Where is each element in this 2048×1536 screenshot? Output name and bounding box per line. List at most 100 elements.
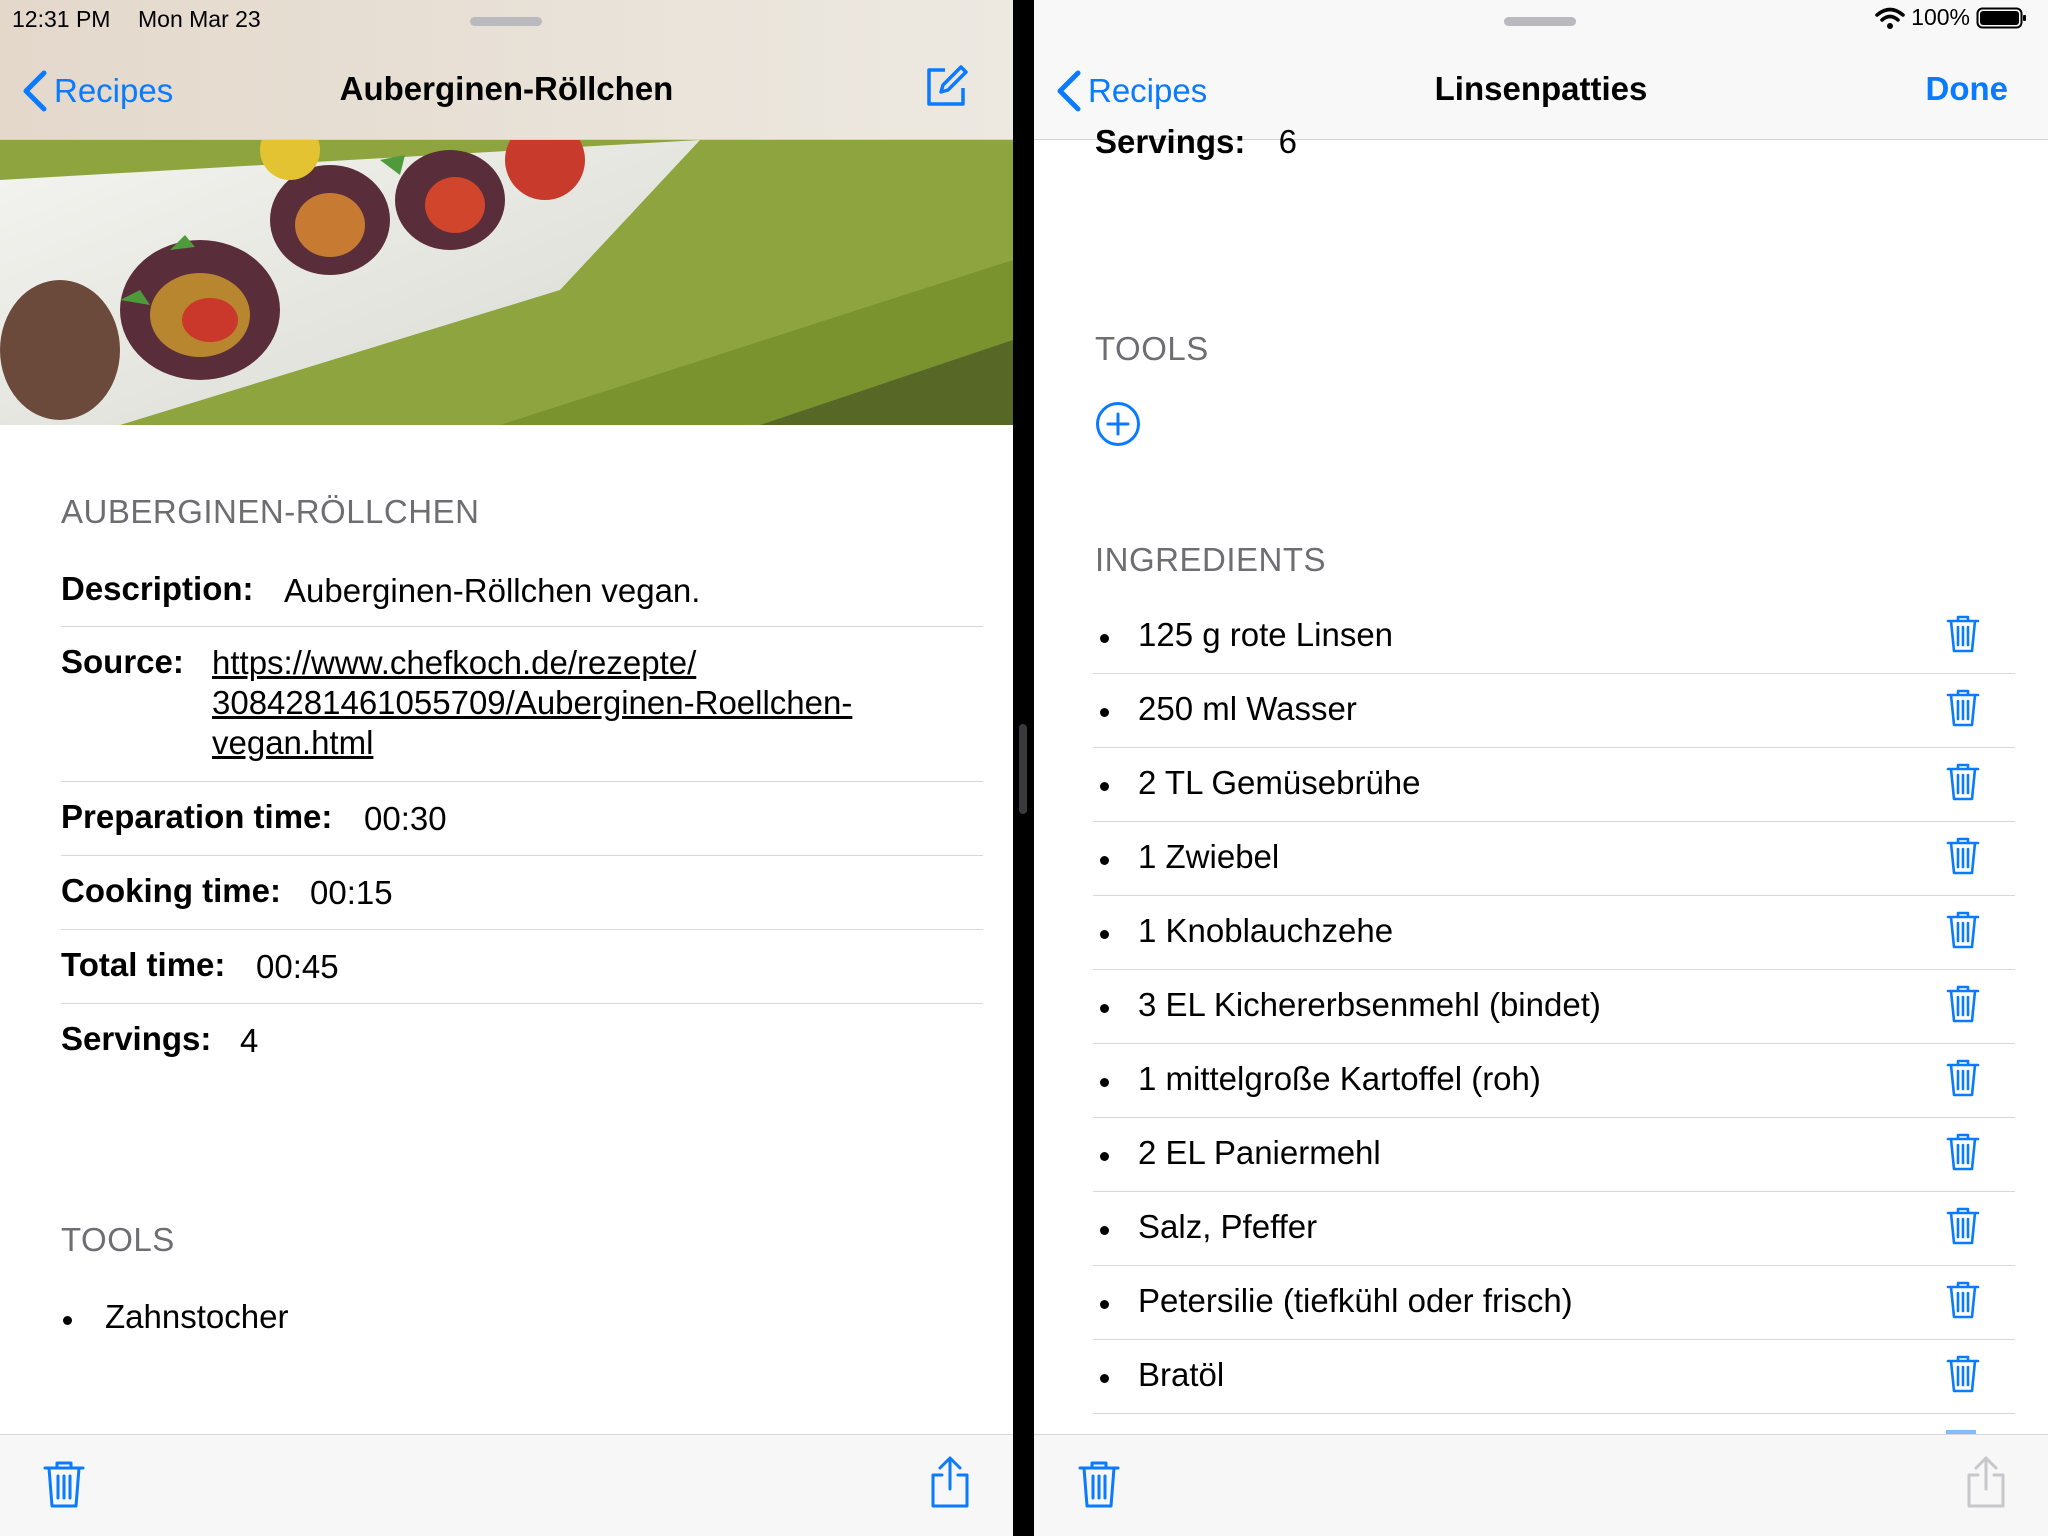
- ingredient-label: Bratöl: [1138, 1356, 1225, 1393]
- trash-icon: [1946, 689, 1980, 727]
- trash-icon: [1946, 837, 1980, 875]
- source-link-line[interactable]: 3084281461055709/Auberginen-Roellchen-: [212, 683, 852, 723]
- list-item: 2 EL Paniermehl: [1093, 1118, 2015, 1192]
- cooking-time-row: Cooking time: 00:15: [61, 856, 983, 930]
- description-row: Description: Auberginen-Röllchen vegan.: [61, 556, 983, 627]
- delete-ingredient-button[interactable]: [1946, 1206, 1980, 1254]
- ingredients-section-header: INGREDIENTS: [1095, 541, 1327, 578]
- battery-percentage: 100%: [1911, 4, 1970, 30]
- source-link[interactable]: https://www.chefkoch.de/rezepte/ 3084281…: [212, 643, 852, 763]
- description-label: Description:: [61, 570, 254, 607]
- ingredient-label: Salz, Pfeffer: [1138, 1208, 1318, 1245]
- delete-ingredient-button[interactable]: [1946, 910, 1980, 958]
- share-button[interactable]: [928, 1455, 972, 1514]
- status-time: 12:31 PM: [12, 6, 111, 32]
- preparation-time-label: Preparation time:: [61, 798, 333, 835]
- delete-ingredient-button[interactable]: [1946, 762, 1980, 810]
- list-item: 3 EL Kichererbsenmehl (bindet): [1093, 970, 2015, 1044]
- split-view-handle[interactable]: [1019, 724, 1027, 814]
- bullet: [1100, 1152, 1109, 1161]
- page-title: Linsenpatties: [1434, 70, 1648, 107]
- list-item: Bratöl: [1093, 1340, 2015, 1414]
- delete-ingredient-button[interactable]: [1946, 836, 1980, 884]
- right-navigation-bar: 100% Recipes Linsenpatties Done: [1034, 0, 2048, 140]
- total-time-label: Total time:: [61, 946, 226, 983]
- done-button[interactable]: Done: [1926, 70, 2009, 108]
- trash-icon: [1078, 1461, 1120, 1508]
- ingredient-label: 2 EL Paniermehl: [1138, 1134, 1381, 1171]
- page-title: Auberginen-Röllchen: [339, 70, 674, 107]
- status-indicators: 100%: [1875, 4, 2028, 31]
- bullet: [1100, 782, 1109, 791]
- ingredient-label: 3 EL Kichererbsenmehl (bindet): [1138, 986, 1601, 1023]
- source-link-line[interactable]: https://www.chefkoch.de/rezepte/: [212, 643, 852, 683]
- list-item: 125 g rote Linsen: [1093, 600, 2015, 674]
- wifi-icon: [1875, 7, 1905, 29]
- list-item: 1 Knoblauchzehe: [1093, 896, 2015, 970]
- bullet: [1100, 634, 1109, 643]
- cooking-time-label: Cooking time:: [61, 872, 281, 909]
- ingredient-label: 2 TL Gemüsebrühe: [1138, 764, 1421, 801]
- servings-row: Servings: 6: [1095, 126, 1297, 166]
- servings-value: 4: [240, 1022, 259, 1059]
- delete-ingredient-button[interactable]: [1946, 984, 1980, 1032]
- trash-icon: [1946, 1281, 1980, 1319]
- add-tool-button[interactable]: [1095, 401, 1141, 452]
- trash-icon: [1946, 1355, 1980, 1393]
- left-pane: 12:31 PM Mon Mar 23 Recipes Auberginen-R…: [0, 0, 1013, 1536]
- preparation-time-row: Preparation time: 00:30: [61, 782, 983, 856]
- delete-ingredient-button[interactable]: [1946, 614, 1980, 662]
- source-link-line[interactable]: vegan.html: [212, 723, 852, 763]
- servings-row: Servings: 4: [61, 1004, 983, 1078]
- delete-ingredient-button[interactable]: [1946, 1280, 1980, 1328]
- tools-section-header: TOOLS: [61, 1221, 175, 1258]
- share-icon: [931, 1456, 969, 1508]
- delete-ingredient-button[interactable]: [1946, 688, 1980, 736]
- delete-recipe-button[interactable]: [1077, 1459, 1121, 1514]
- list-item: 250 ml Wasser: [1093, 674, 2015, 748]
- total-time-value: 00:45: [256, 948, 339, 985]
- source-label: Source:: [61, 643, 184, 680]
- edit-button[interactable]: [923, 64, 969, 115]
- preparation-time-value: 00:30: [364, 800, 447, 837]
- bullet: [1100, 708, 1109, 717]
- bullet: [63, 1316, 72, 1325]
- right-toolbar: [1034, 1434, 2048, 1536]
- bullet: [1100, 1300, 1109, 1309]
- delete-ingredient-button[interactable]: [1946, 1354, 1980, 1402]
- delete-ingredient-button[interactable]: [1946, 1132, 1980, 1180]
- tools-section-header: TOOLS: [1095, 330, 1209, 367]
- trash-icon: [1946, 1207, 1980, 1245]
- trash-icon: [43, 1461, 85, 1508]
- ingredient-label: 1 Knoblauchzehe: [1138, 912, 1394, 949]
- ingredient-label: 125 g rote Linsen: [1138, 616, 1394, 653]
- list-item: Zahnstocher: [61, 1294, 761, 1344]
- share-icon: [1967, 1456, 2005, 1508]
- description-value: Auberginen-Röllchen vegan.: [284, 572, 701, 609]
- delete-ingredient-button[interactable]: [1946, 1058, 1980, 1106]
- list-item: 1 mittelgroße Kartoffel (roh): [1093, 1044, 2015, 1118]
- list-item: Salz, Pfeffer: [1093, 1192, 2015, 1266]
- trash-icon: [1946, 985, 1980, 1023]
- multitasking-grabber[interactable]: [1504, 17, 1576, 26]
- tool-item-label: Zahnstocher: [105, 1298, 289, 1335]
- trash-icon: [1946, 615, 1980, 653]
- list-item: 1 Zwiebel: [1093, 822, 2015, 896]
- trash-icon: [1946, 1133, 1980, 1171]
- ingredient-label: 250 ml Wasser: [1138, 690, 1357, 727]
- multitasking-grabber[interactable]: [470, 17, 542, 26]
- bullet: [1100, 1374, 1109, 1383]
- source-row: Source: https://www.chefkoch.de/rezepte/…: [61, 627, 983, 782]
- servings-label: Servings:: [1095, 126, 1246, 160]
- cooking-time-value: 00:15: [310, 874, 393, 911]
- bullet: [1100, 930, 1109, 939]
- trash-icon: [1946, 1430, 1976, 1434]
- recipe-section-header: AUBERGINEN-RÖLLCHEN: [61, 493, 480, 530]
- battery-icon: [1976, 7, 2026, 28]
- delete-recipe-button[interactable]: [42, 1459, 86, 1514]
- ingredient-label: 1 Zwiebel: [1138, 838, 1280, 875]
- bullet: [1100, 1004, 1109, 1013]
- bullet: [1100, 1078, 1109, 1087]
- status-date: Mon Mar 23: [138, 6, 261, 32]
- recipe-photo: [0, 140, 1013, 425]
